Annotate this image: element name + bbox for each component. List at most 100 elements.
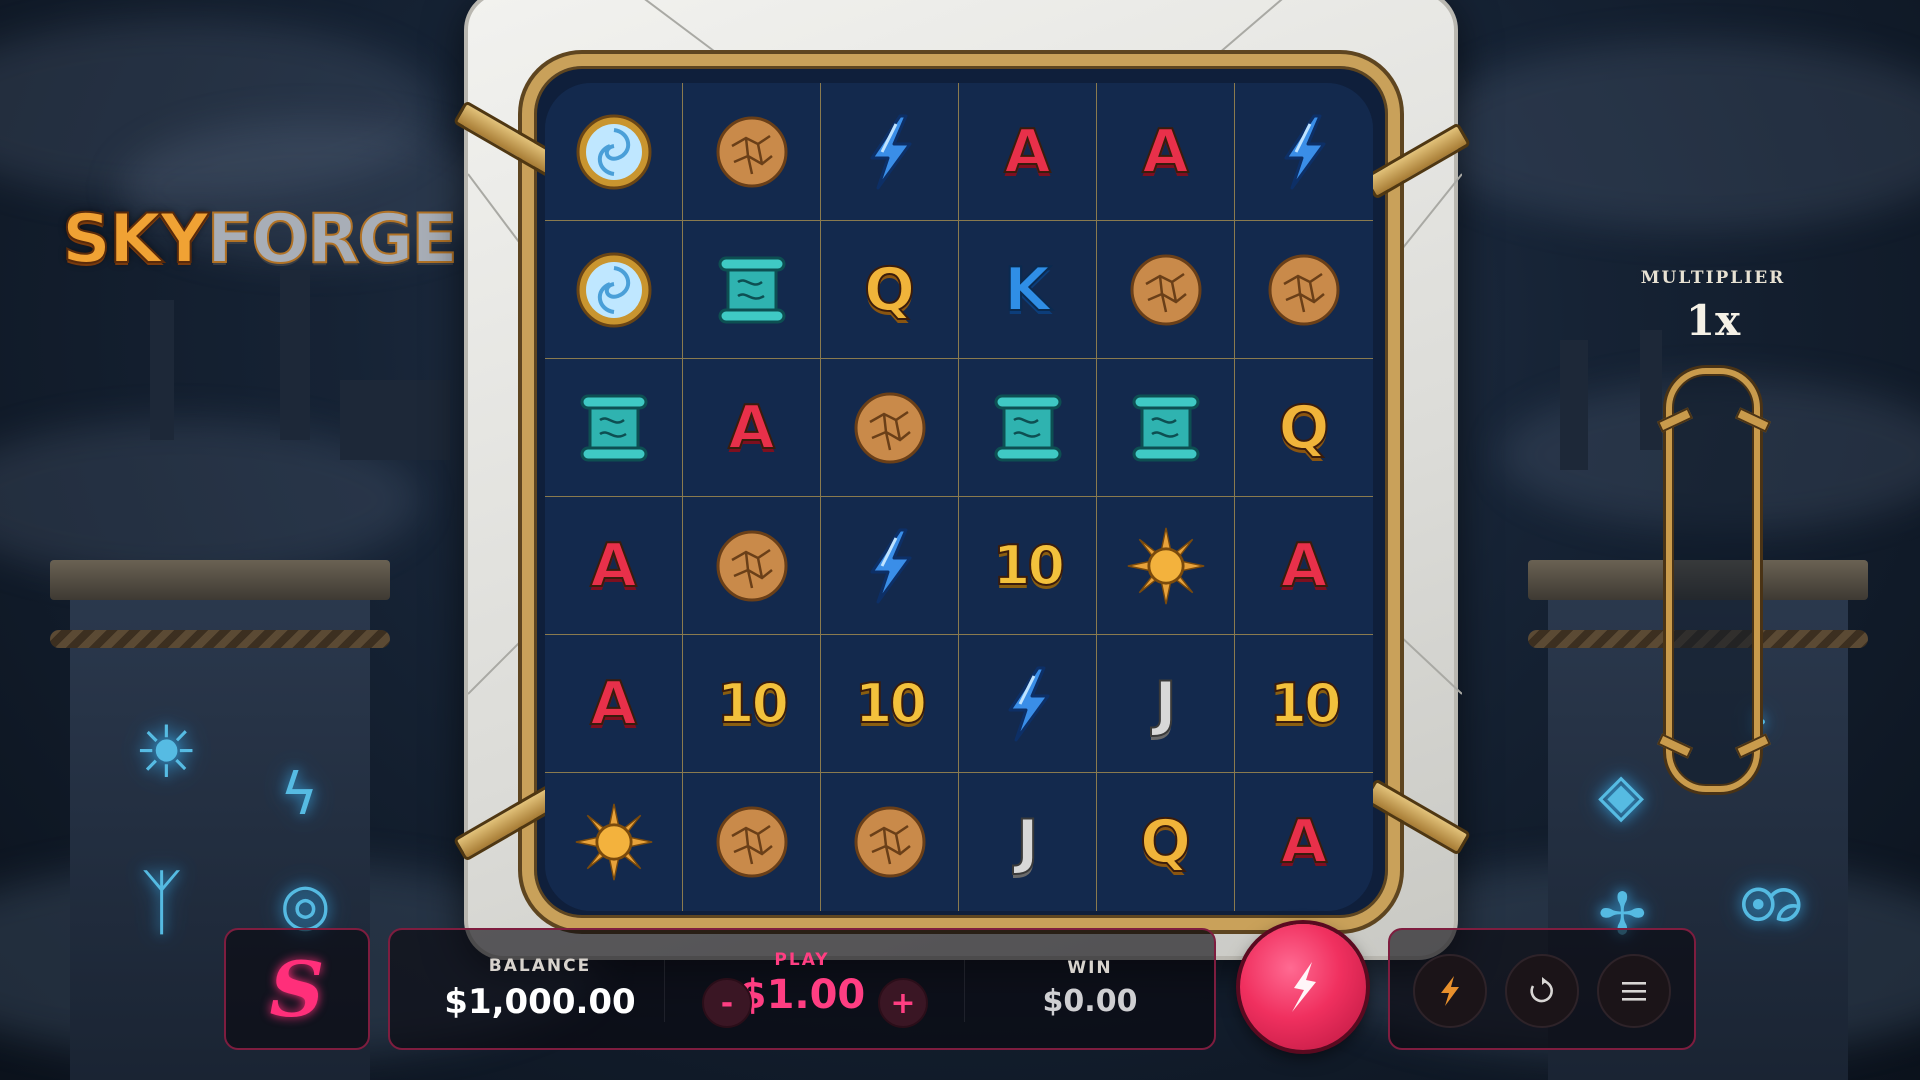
reel-cell: 10 xyxy=(821,635,959,773)
reel-cell: J xyxy=(1097,635,1235,773)
symbol-a: A xyxy=(727,392,775,463)
reel-cell xyxy=(683,221,821,359)
reel-cell xyxy=(545,83,683,221)
reel-cell xyxy=(1097,221,1235,359)
reel-cell: A xyxy=(1235,497,1373,635)
turbo-button[interactable] xyxy=(1413,954,1487,1028)
reel-cell xyxy=(821,497,959,635)
letter-symbol: Q xyxy=(1264,388,1344,468)
reel-cell: A xyxy=(545,635,683,773)
scroll-icon xyxy=(574,388,654,468)
multiplier-value: 1x xyxy=(1685,296,1741,345)
letter-symbol: A xyxy=(1264,802,1344,882)
win-value: $0.00 xyxy=(1042,984,1138,1019)
scroll-icon xyxy=(712,250,792,330)
reel-cell: J xyxy=(959,773,1097,911)
cookie-icon xyxy=(850,388,930,468)
reel-grid: A A Q K A Q A 10 A A 10 10 J 10 J Q A xyxy=(545,83,1373,911)
lightning-icon xyxy=(850,526,930,606)
balance-label: BALANCE xyxy=(488,956,592,976)
letter-symbol: J xyxy=(988,802,1068,882)
lightning-rune-icon: ϟ xyxy=(280,760,319,828)
reel-cell xyxy=(821,83,959,221)
lightning-icon xyxy=(1264,112,1344,192)
symbol-a: A xyxy=(1280,530,1328,601)
balance-value: $1,000.00 xyxy=(444,982,636,1022)
letter-symbol: J xyxy=(1126,664,1206,744)
sun-icon xyxy=(574,802,654,882)
spiral-rune-icon: ꩨ xyxy=(1738,853,1804,937)
cookie-icon xyxy=(1126,250,1206,330)
multiplier-label: MULTIPLIER xyxy=(1640,268,1786,288)
autoplay-icon xyxy=(1530,977,1553,1003)
multiplier-meter xyxy=(1666,368,1760,792)
portal-icon xyxy=(574,250,654,330)
symbol-k: K xyxy=(1003,254,1051,325)
symbol-a: A xyxy=(589,530,637,601)
reel-cell: A xyxy=(683,359,821,497)
reel-cell xyxy=(545,359,683,497)
letter-symbol: A xyxy=(712,388,792,468)
win-label: WIN xyxy=(1067,958,1113,978)
reel-cell: 10 xyxy=(959,497,1097,635)
reel-cell xyxy=(1097,359,1235,497)
reel-cell: 10 xyxy=(1235,635,1373,773)
sun-rune-icon: ☀ xyxy=(134,710,199,794)
reel-cell xyxy=(1235,221,1373,359)
reel-cell: K xyxy=(959,221,1097,359)
letter-symbol: Q xyxy=(1126,802,1206,882)
symbol-q: Q xyxy=(863,254,916,325)
letter-symbol: A xyxy=(1264,526,1344,606)
letter-symbol: Q xyxy=(850,250,930,330)
tree-rune-icon: ᛉ xyxy=(140,860,184,944)
menu-icon xyxy=(1622,982,1646,1001)
logo-sky-text: SKY xyxy=(61,200,210,279)
scroll-icon xyxy=(988,388,1068,468)
letter-symbol: 10 xyxy=(850,664,930,744)
win-group: WIN $0.00 xyxy=(990,958,1190,1019)
reel-cell xyxy=(959,635,1097,773)
game-logo: SKYFORGE xyxy=(61,205,459,275)
cookie-icon xyxy=(712,802,792,882)
sun-icon xyxy=(1126,526,1206,606)
bet-panel: BALANCE $1,000.00 PLAY $1.00 - + WIN $0.… xyxy=(388,928,1216,1050)
reel-cell: A xyxy=(1097,83,1235,221)
cookie-icon xyxy=(1264,250,1344,330)
reel-cell: A xyxy=(959,83,1097,221)
symbol-10: 10 xyxy=(992,533,1066,597)
symbol-j: J xyxy=(1153,668,1177,739)
symbol-a: A xyxy=(1141,116,1189,187)
reel-cell xyxy=(1097,497,1235,635)
symbol-a: A xyxy=(1280,807,1328,877)
reel-cell xyxy=(1235,83,1373,221)
letter-symbol: A xyxy=(1126,112,1206,192)
brand-logo: S xyxy=(269,944,325,1034)
symbol-a: A xyxy=(589,668,637,739)
reel-cell: 10 xyxy=(683,635,821,773)
reel-cell xyxy=(683,773,821,911)
symbol-q: Q xyxy=(1139,807,1192,877)
cookie-icon xyxy=(712,526,792,606)
brand-panel: S xyxy=(224,928,370,1050)
diamond-rune-icon: ◈ xyxy=(1598,760,1645,830)
letter-symbol: A xyxy=(574,526,654,606)
scroll-icon xyxy=(1126,388,1206,468)
letter-symbol: 10 xyxy=(712,664,792,744)
increase-bet-button[interactable]: + xyxy=(878,978,928,1028)
letter-symbol: K xyxy=(988,250,1068,330)
reel-cell xyxy=(683,497,821,635)
letter-symbol: A xyxy=(988,112,1068,192)
menu-button[interactable] xyxy=(1597,954,1671,1028)
symbol-10: 10 xyxy=(1268,671,1342,735)
decrease-bet-button[interactable]: - xyxy=(702,978,752,1028)
symbol-10: 10 xyxy=(716,671,790,735)
reel-cell: A xyxy=(1235,773,1373,911)
reel-cell: Q xyxy=(1097,773,1235,911)
spin-button[interactable] xyxy=(1240,924,1366,1050)
autoplay-button[interactable] xyxy=(1505,954,1579,1028)
symbol-10: 10 xyxy=(854,671,928,735)
reel-cell xyxy=(821,773,959,911)
turbo-bolt-icon xyxy=(1441,976,1459,1006)
letter-symbol: A xyxy=(574,664,654,744)
reel-cell xyxy=(683,83,821,221)
